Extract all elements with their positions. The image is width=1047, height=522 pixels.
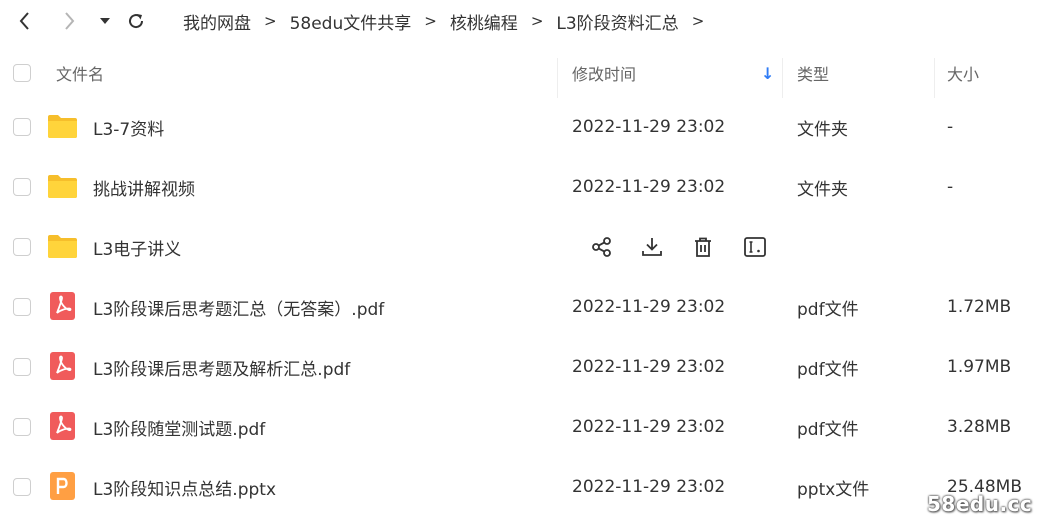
history-dropdown-button[interactable] — [90, 6, 120, 36]
pdf-icon — [50, 352, 75, 380]
table-header: 文件名 修改时间 ↓ 类型 大小 — [0, 48, 1047, 98]
row-checkbox[interactable] — [13, 118, 31, 136]
back-button[interactable] — [10, 6, 40, 36]
file-name[interactable]: 挑战讲解视频 — [93, 157, 195, 217]
file-type: pdf文件 — [797, 299, 859, 320]
column-divider — [782, 58, 783, 98]
file-size: - — [947, 117, 954, 137]
row-checkbox[interactable] — [13, 478, 31, 496]
table-row[interactable]: 挑战讲解视频 2022-11-29 23:02 文件夹 - — [0, 157, 1047, 217]
share-icon — [592, 237, 611, 257]
breadcrumb-item-my-drive[interactable]: 我的网盘 — [183, 9, 251, 34]
breadcrumb-separator: > — [691, 12, 705, 30]
watermark: 58edu.cc — [927, 492, 1033, 516]
file-name[interactable]: L3-7资料 — [93, 97, 164, 157]
folder-icon — [48, 175, 77, 198]
rename-button[interactable] — [742, 234, 768, 260]
file-modified: 2022-11-29 23:02 — [572, 357, 726, 377]
file-type: 文件夹 — [797, 179, 848, 200]
file-type: pdf文件 — [797, 419, 859, 440]
table-row[interactable]: L3阶段课后思考题汇总（无答案）.pdf 2022-11-29 23:02 pd… — [0, 277, 1047, 337]
breadcrumb-separator: > — [424, 12, 437, 30]
file-name[interactable]: L3阶段课后思考题汇总（无答案）.pdf — [93, 277, 384, 337]
breadcrumb-item-hetao[interactable]: 核桃编程 — [450, 9, 518, 34]
file-size: - — [947, 177, 954, 197]
file-name[interactable]: L3阶段知识点总结.pptx — [93, 457, 276, 517]
column-divider — [934, 58, 935, 98]
file-modified: 2022-11-29 23:02 — [572, 297, 726, 317]
column-header-name[interactable]: 文件名 — [56, 48, 104, 98]
row-checkbox[interactable] — [13, 178, 31, 196]
forward-button[interactable] — [54, 6, 84, 36]
column-header-size[interactable]: 大小 — [947, 48, 979, 98]
share-button[interactable] — [589, 234, 615, 260]
file-size: 1.72MB — [947, 297, 1012, 317]
file-size: 3.28MB — [947, 417, 1012, 437]
pptx-icon — [50, 472, 75, 500]
file-modified: 2022-11-29 23:02 — [572, 177, 726, 197]
refresh-button[interactable] — [121, 6, 151, 36]
row-checkbox[interactable] — [13, 238, 31, 256]
file-modified: 2022-11-29 23:02 — [572, 417, 726, 437]
breadcrumb-item-l3-summary[interactable]: L3阶段资料汇总 — [556, 9, 678, 34]
file-name[interactable]: L3阶段随堂测试题.pdf — [93, 397, 265, 457]
file-type: pdf文件 — [797, 359, 859, 380]
delete-button[interactable] — [690, 234, 716, 260]
folder-icon — [48, 235, 77, 258]
chevron-right-icon — [65, 12, 75, 30]
row-checkbox[interactable] — [13, 358, 31, 376]
refresh-icon — [129, 14, 144, 29]
breadcrumb: 我的网盘 > 58edu文件共享 > 核桃编程 > L3阶段资料汇总 > — [183, 8, 717, 34]
select-all-checkbox[interactable] — [13, 64, 31, 82]
breadcrumb-separator: > — [264, 12, 277, 30]
column-header-type[interactable]: 类型 — [797, 48, 829, 98]
rename-icon — [744, 237, 766, 257]
chevron-left-icon — [19, 12, 29, 30]
row-checkbox[interactable] — [13, 298, 31, 316]
row-checkbox[interactable] — [13, 418, 31, 436]
file-type: 文件夹 — [797, 119, 848, 140]
table-row[interactable]: L3-7资料 2022-11-29 23:02 文件夹 - — [0, 97, 1047, 157]
column-divider — [557, 58, 558, 98]
pdf-icon — [50, 292, 75, 320]
file-modified: 2022-11-29 23:02 — [572, 477, 726, 497]
sort-arrow-icon[interactable]: ↓ — [761, 48, 774, 98]
download-button[interactable] — [639, 234, 665, 260]
breadcrumb-item-58edu-share[interactable]: 58edu文件共享 — [290, 9, 412, 34]
file-type: pptx文件 — [797, 479, 870, 500]
folder-icon — [48, 115, 77, 138]
top-navigation-bar: 我的网盘 > 58edu文件共享 > 核桃编程 > L3阶段资料汇总 > — [0, 0, 1047, 42]
download-icon — [642, 238, 662, 256]
table-row[interactable]: L3阶段课后思考题及解析汇总.pdf 2022-11-29 23:02 pdf文… — [0, 337, 1047, 397]
pdf-icon — [50, 412, 75, 440]
file-modified: 2022-11-29 23:02 — [572, 117, 726, 137]
caret-down-icon — [100, 18, 110, 24]
table-row[interactable]: L3阶段知识点总结.pptx 2022-11-29 23:02 pptx文件 2… — [0, 457, 1047, 517]
file-size: 1.97MB — [947, 357, 1012, 377]
delete-icon — [695, 237, 711, 257]
table-row[interactable]: L3阶段随堂测试题.pdf 2022-11-29 23:02 pdf文件 3.2… — [0, 397, 1047, 457]
table-row[interactable]: L3电子讲义 — [0, 217, 1047, 277]
breadcrumb-separator: > — [530, 12, 544, 30]
file-name[interactable]: L3阶段课后思考题及解析汇总.pdf — [93, 337, 350, 397]
column-header-modified[interactable]: 修改时间 — [572, 48, 636, 98]
file-name[interactable]: L3电子讲义 — [93, 217, 181, 277]
